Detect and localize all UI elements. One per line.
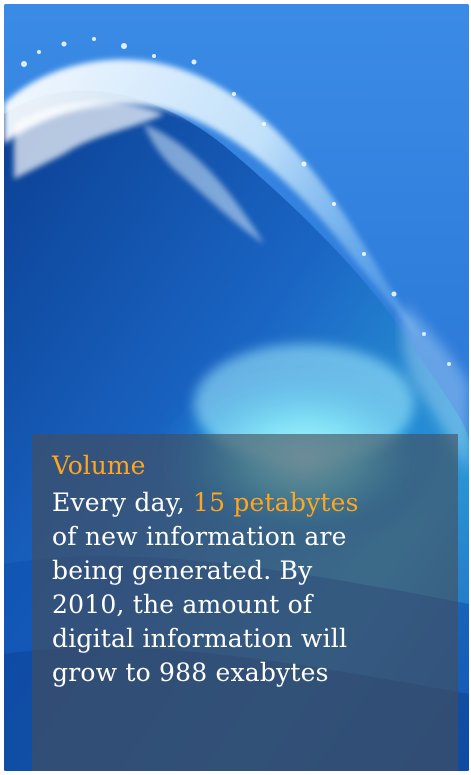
caption-body: Every day, 15 petabytes of new informati… [52,486,448,690]
slide-frame: Volume Every day, 15 petabytes of new in… [4,4,469,771]
caption-line-6: grow to 988 exabytes [52,658,329,687]
caption-heading: Volume [52,451,146,480]
petabytes-highlight: 15 petabytes [193,488,359,517]
caption-line-3: being generated. By [52,556,313,585]
caption-line-1-prefix: Every day, [52,488,193,517]
caption-panel: Volume Every day, 15 petabytes of new in… [32,434,458,771]
caption-line-2: of new information are [52,522,347,551]
caption-line-4: 2010, the amount of [52,590,313,619]
caption-line-1: Every day, 15 petabytes [52,486,448,520]
caption-line-5: digital information will [52,624,348,653]
